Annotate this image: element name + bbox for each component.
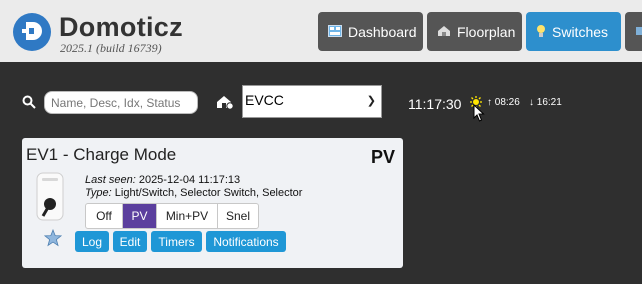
- nav-switches-button[interactable]: Switches: [526, 12, 621, 51]
- app-brand: Domoticz: [59, 12, 183, 42]
- device-status: PV: [370, 147, 395, 167]
- level-snel-button[interactable]: Snel: [218, 204, 258, 228]
- floorplan-icon: [437, 25, 451, 39]
- mouse-cursor-icon: [473, 104, 485, 122]
- nav-floorplan-button[interactable]: Floorplan: [427, 12, 522, 51]
- level-min-pv-button[interactable]: Min+PV: [157, 204, 218, 228]
- room-select[interactable]: EVCC ❯: [242, 85, 382, 118]
- device-name: EV1 - Charge Mode: [26, 145, 177, 164]
- nav-dashboard-button[interactable]: Dashboard: [318, 12, 423, 51]
- logo-d-icon: [22, 22, 42, 40]
- notifications-button[interactable]: Notifications: [206, 231, 286, 252]
- timers-button[interactable]: Timers: [151, 231, 202, 252]
- nav-more-button[interactable]: [625, 12, 642, 51]
- favorite-star-icon[interactable]: [44, 229, 62, 247]
- nav-dashboard-label: Dashboard: [348, 23, 417, 40]
- level-selector: Off PV Min+PV Snel: [85, 203, 259, 229]
- ev-charger-icon[interactable]: [34, 172, 66, 222]
- last-seen-label: Last seen:: [85, 174, 136, 186]
- device-type: Type: Light/Switch, Selector Switch, Sel…: [85, 187, 302, 199]
- arrow-up-icon: ↑: [487, 97, 492, 108]
- edit-button[interactable]: Edit: [113, 231, 147, 252]
- type-value: Light/Switch, Selector Switch, Selector: [114, 187, 303, 199]
- log-button[interactable]: Log: [75, 231, 109, 252]
- nav-floorplan-label: Floorplan: [457, 23, 516, 40]
- device-actions: Log Edit Timers Notifications: [75, 231, 286, 252]
- room-select-value: EVCC: [245, 92, 284, 108]
- search-input[interactable]: [44, 91, 198, 114]
- last-seen-value: 2025-12-04 11:17:13: [138, 174, 241, 186]
- chevron-down-icon: ❯: [366, 95, 376, 107]
- sunrise-value: 08:26: [494, 97, 520, 108]
- level-off-button[interactable]: Off: [86, 204, 123, 228]
- sunset-value: 16:21: [536, 97, 562, 108]
- lightbulb-icon: [536, 24, 546, 40]
- room-plan-icon: [217, 96, 234, 110]
- current-time: 11:17:30: [408, 96, 462, 112]
- last-seen: Last seen: 2025-12-04 11:17:13: [85, 174, 240, 186]
- domoticz-logo[interactable]: [13, 13, 51, 51]
- arrow-down-icon: ↓: [529, 97, 534, 108]
- search-icon: [22, 95, 36, 109]
- sunrise-time: ↑ 08:26: [487, 97, 520, 108]
- device-card: EV1 - Charge Mode PV Last seen: 2025-12-…: [22, 138, 403, 268]
- dashboard-icon: [328, 24, 342, 39]
- nav-switches-label: Switches: [552, 23, 609, 40]
- more-icon: [635, 25, 642, 39]
- sunset-time: ↓ 16:21: [529, 97, 562, 108]
- type-label: Type:: [85, 187, 112, 199]
- level-pv-button[interactable]: PV: [123, 204, 157, 228]
- app-version: 2025.1 (build 16739): [60, 41, 162, 55]
- top-header: Domoticz 2025.1 (build 16739) Dashboard …: [0, 0, 642, 62]
